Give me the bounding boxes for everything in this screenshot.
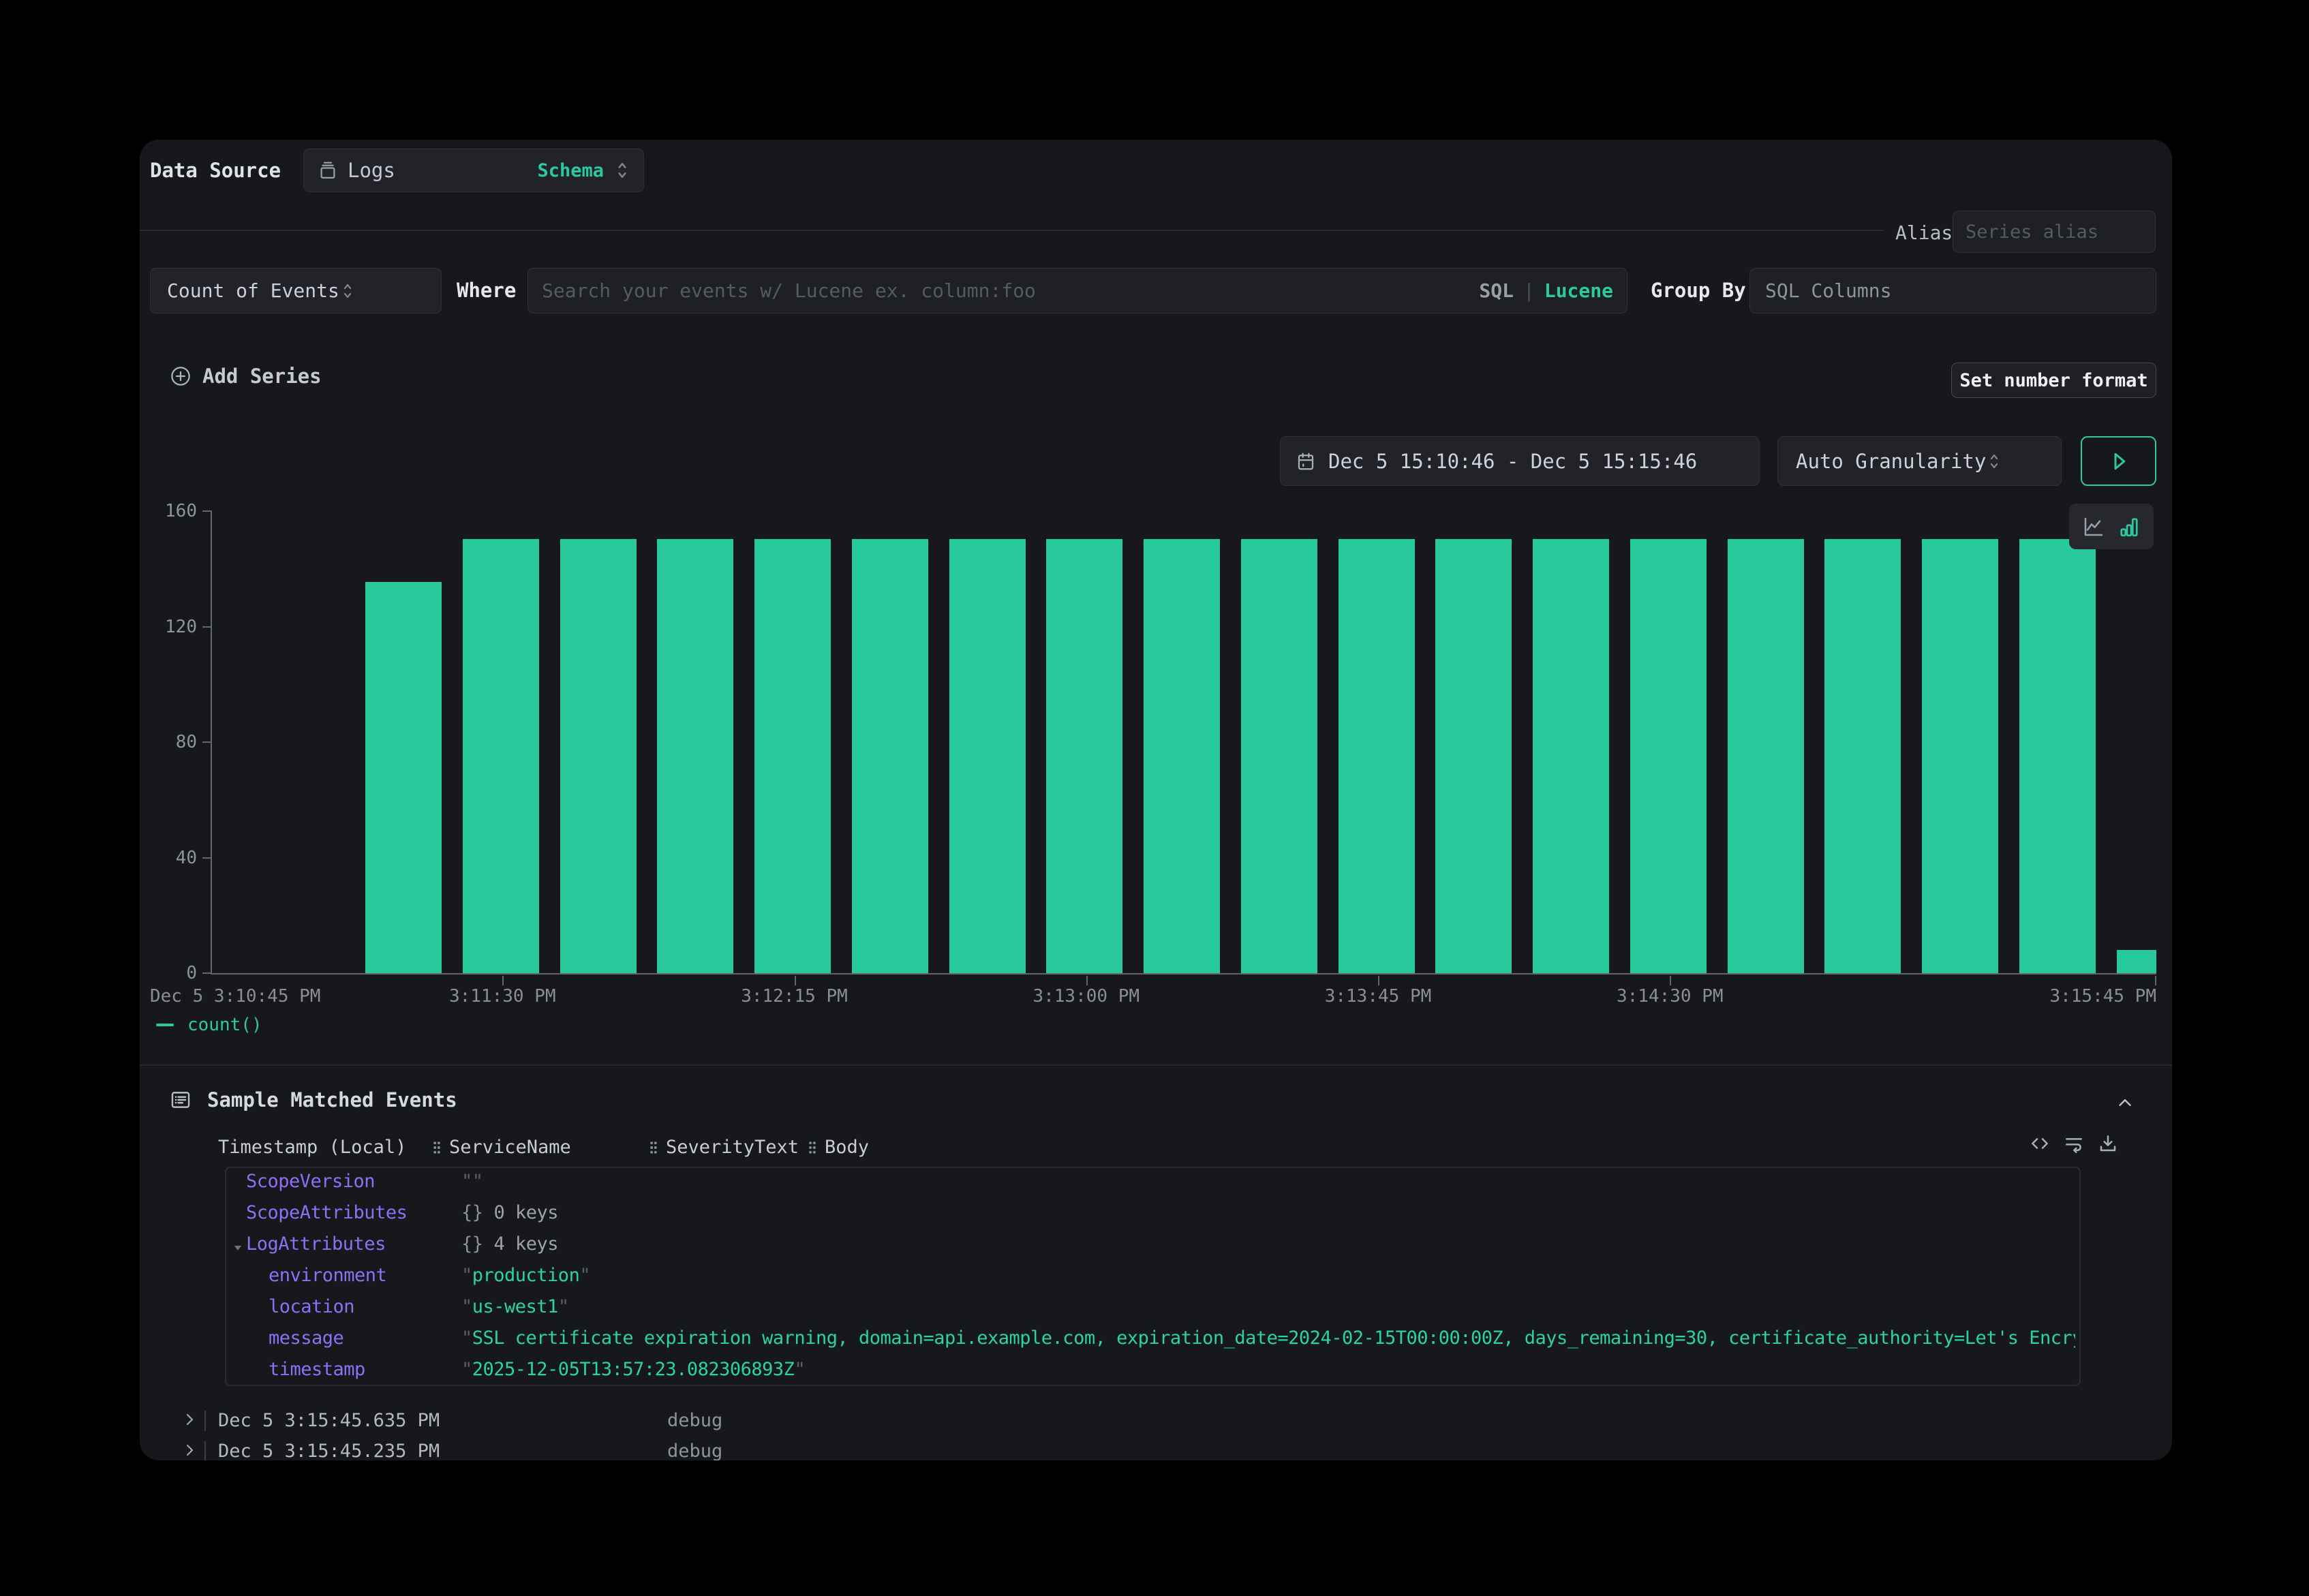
query-builder-panel: Data Source Logs Schema Alias Count of E… bbox=[140, 140, 2172, 1460]
event-severity: debug bbox=[667, 1410, 722, 1431]
event-row[interactable]: Dec 5 3:15:45.635 PM debug bbox=[140, 1406, 2172, 1437]
row-accent-bar bbox=[204, 1411, 206, 1431]
expand-row-icon[interactable] bbox=[181, 1442, 198, 1458]
event-row[interactable]: Dec 5 3:15:45.235 PM debug bbox=[140, 1437, 2172, 1460]
row-accent-bar bbox=[204, 1441, 206, 1460]
event-timestamp: Dec 5 3:15:45.635 PM bbox=[218, 1410, 440, 1431]
event-timestamp: Dec 5 3:15:45.235 PM bbox=[218, 1441, 440, 1460]
expand-row-icon[interactable] bbox=[181, 1411, 198, 1428]
events-table-body: Dec 5 3:15:45.635 PMdebugDec 5 3:15:45.2… bbox=[140, 140, 2172, 1460]
event-severity: debug bbox=[667, 1441, 722, 1460]
